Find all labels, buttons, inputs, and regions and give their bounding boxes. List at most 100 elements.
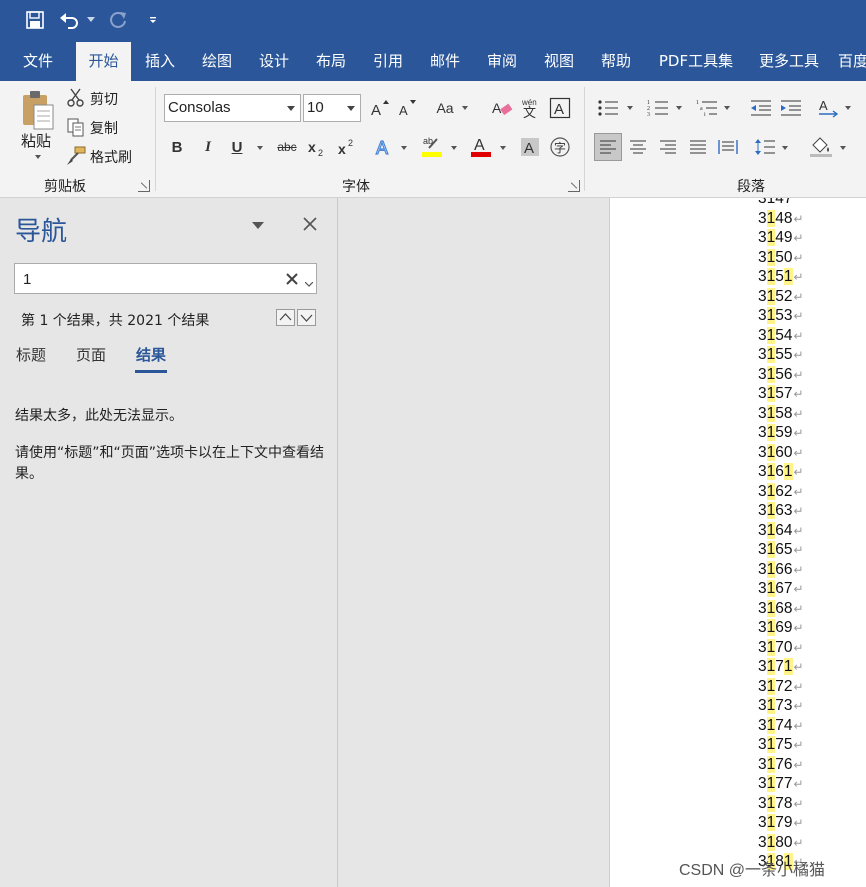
superscript-icon[interactable]: x2 [336, 135, 358, 159]
bold-icon[interactable]: B [166, 135, 188, 159]
previous-result-button[interactable] [276, 309, 295, 326]
highlight-dropdown-icon[interactable] [451, 146, 457, 150]
font-color-dropdown-icon[interactable] [500, 146, 506, 150]
phonetic-guide-icon[interactable]: wén 文 [518, 96, 542, 120]
search-highlight: 1 [783, 658, 793, 675]
tab-draw[interactable]: 绘图 [193, 42, 241, 81]
multilevel-dropdown-icon[interactable] [724, 106, 730, 110]
tab-insert[interactable]: 插入 [136, 42, 184, 81]
close-icon[interactable] [301, 215, 319, 233]
change-case-dropdown-icon[interactable] [462, 106, 468, 110]
underline-icon[interactable]: U [226, 135, 248, 159]
document-line: 3171↵ [758, 657, 804, 677]
search-options-icon[interactable] [304, 276, 314, 287]
grow-font-icon[interactable]: A [368, 96, 390, 120]
format-painter-button[interactable]: 格式刷 [90, 147, 132, 167]
tab-more-tools[interactable]: 更多工具 [752, 42, 826, 81]
tab-baidu[interactable]: 百度 [838, 42, 866, 81]
change-case-icon[interactable]: Aa [433, 96, 457, 120]
document-page[interactable]: 3147 3148↵ 3149↵ 3150↵ 3151↵ 3152↵ 3153↵ 3154↵… [609, 198, 866, 887]
svg-text:A: A [492, 100, 502, 116]
bullets-icon[interactable] [596, 96, 620, 120]
highlight-icon[interactable]: ab [420, 133, 444, 159]
undo-icon[interactable] [58, 8, 82, 32]
justify-icon[interactable] [686, 135, 710, 159]
font-size-combo[interactable]: 10 [303, 94, 361, 122]
tab-file[interactable]: 文件 [13, 42, 63, 81]
tab-pdf-tools[interactable]: PDF工具集 [650, 42, 742, 81]
tab-view[interactable]: 视图 [535, 42, 583, 81]
paste-dropdown-icon[interactable] [35, 155, 41, 159]
align-left-icon[interactable] [594, 133, 622, 161]
format-painter-icon[interactable] [66, 146, 86, 166]
scissors-icon[interactable] [66, 88, 86, 108]
redo-icon[interactable] [106, 8, 130, 32]
copy-button[interactable]: 复制 [90, 118, 118, 138]
customize-quick-access-icon[interactable] [146, 8, 160, 32]
italic-icon[interactable]: I [197, 135, 219, 159]
multilevel-list-icon[interactable]: 1ai [695, 96, 719, 120]
underline-dropdown-icon[interactable] [257, 146, 263, 150]
subscript-icon[interactable]: x2 [306, 135, 328, 159]
line-char: 5 [775, 385, 784, 402]
document-line: 3154↵ [758, 326, 804, 346]
tab-home[interactable]: 开始 [76, 42, 131, 81]
tab-review[interactable]: 审阅 [478, 42, 526, 81]
paste-icon[interactable] [20, 89, 56, 133]
font-launcher-icon[interactable] [568, 180, 580, 192]
increase-indent-icon[interactable] [779, 96, 803, 120]
numbering-icon[interactable]: 123 [646, 96, 670, 120]
distributed-icon[interactable] [716, 135, 740, 159]
search-highlight: 1 [783, 268, 793, 285]
character-shading-icon[interactable]: A [518, 135, 542, 159]
tab-design[interactable]: 设计 [250, 42, 298, 81]
next-result-button[interactable] [297, 309, 316, 326]
tab-layout[interactable]: 布局 [307, 42, 355, 81]
line-char: 5 [783, 346, 793, 363]
nav-tab-headings[interactable]: 标题 [16, 344, 46, 365]
nav-options-dropdown-icon[interactable] [252, 222, 264, 229]
undo-dropdown-icon[interactable] [86, 8, 96, 32]
line-char: 5 [775, 248, 784, 266]
chinese-layout-dropdown-icon[interactable] [845, 106, 851, 110]
cut-button[interactable]: 剪切 [90, 89, 118, 109]
paragraph-mark-icon: ↵ [793, 679, 804, 694]
tab-references[interactable]: 引用 [364, 42, 412, 81]
tab-help[interactable]: 帮助 [592, 42, 640, 81]
search-input[interactable] [23, 268, 273, 290]
font-name-combo[interactable]: Consolas [164, 94, 301, 122]
numbering-dropdown-icon[interactable] [676, 106, 682, 110]
nav-tab-pages[interactable]: 页面 [76, 344, 106, 365]
tab-mailings[interactable]: 邮件 [421, 42, 469, 81]
align-right-icon[interactable] [656, 135, 680, 159]
save-icon[interactable] [24, 8, 46, 32]
paste-button[interactable]: 粘贴 [21, 130, 51, 151]
line-spacing-icon[interactable] [753, 135, 777, 159]
nav-tab-results[interactable]: 结果 [136, 344, 166, 365]
line-text: 3147 [758, 198, 793, 207]
search-highlight: 1 [766, 482, 776, 500]
line-spacing-dropdown-icon[interactable] [782, 146, 788, 150]
text-effects-dropdown-icon[interactable] [401, 146, 407, 150]
shading-icon[interactable] [808, 133, 834, 159]
decrease-indent-icon[interactable] [749, 96, 773, 120]
clipboard-launcher-icon[interactable] [138, 180, 150, 192]
shrink-font-icon[interactable]: A [396, 96, 418, 120]
chinese-layout-icon[interactable]: A [816, 96, 840, 120]
align-center-icon[interactable] [626, 135, 650, 159]
document-line: 3179↵ [758, 813, 804, 833]
document-line: 3147 [758, 198, 804, 209]
search-highlight: 1 [766, 268, 776, 285]
enclose-characters-icon[interactable]: 字 [548, 135, 572, 159]
character-border-icon[interactable]: A [548, 96, 572, 120]
clear-search-icon[interactable] [285, 272, 299, 286]
bullets-dropdown-icon[interactable] [627, 106, 633, 110]
text-effects-icon[interactable]: A [372, 135, 396, 159]
clear-formatting-icon[interactable]: A [490, 96, 514, 120]
line-char: 3 [758, 521, 767, 539]
strikethrough-icon[interactable]: abc [274, 135, 300, 159]
font-color-icon[interactable]: A [469, 133, 493, 159]
line-char: 3 [758, 463, 767, 480]
copy-icon[interactable] [66, 117, 86, 137]
shading-dropdown-icon[interactable] [840, 146, 846, 150]
